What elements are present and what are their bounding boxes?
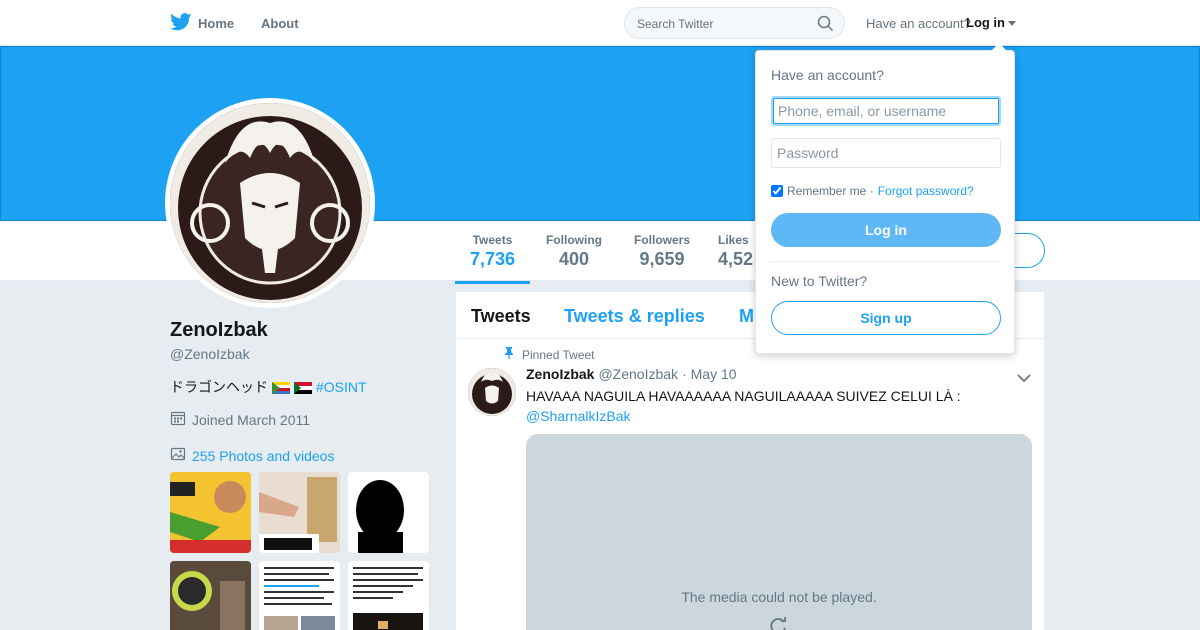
nav-about-link[interactable]: About [261, 16, 299, 31]
tab-tweets[interactable]: Tweets [471, 306, 531, 327]
photo-thumbnail[interactable] [170, 472, 251, 553]
dropdown-arrow [991, 43, 1007, 51]
chevron-down-icon[interactable] [1008, 21, 1016, 26]
profile-bio: ドラゴンヘッド #OSINT [170, 377, 367, 397]
photo-thumbnail[interactable] [259, 561, 340, 630]
flag-comoros-icon [272, 381, 290, 394]
tweet-avatar[interactable] [468, 368, 516, 416]
nav-home-link[interactable]: Home [170, 13, 234, 34]
tweet-text: HAVAAA NAGUILA HAVAAAAAA NAGUILAAAAA SUI… [526, 386, 1026, 426]
photo-thumbnail[interactable] [348, 561, 429, 630]
profile-avatar[interactable] [165, 98, 375, 308]
calendar-icon [170, 410, 186, 429]
tweet-author-handle[interactable]: @ZenoIzbak [598, 366, 678, 382]
stat-likes[interactable]: Likes 4,52 [718, 233, 758, 270]
pinned-tweet-indicator: Pinned Tweet [504, 347, 595, 362]
tweet-mention-link[interactable]: @SharnalkIzBak [526, 406, 1026, 426]
joined-text: Joined March 2011 [192, 411, 311, 428]
forgot-password-link[interactable]: Forgot password? [878, 184, 974, 198]
stat-value: 9,659 [639, 249, 685, 269]
media-error-message: The media could not be played. [681, 589, 877, 605]
profile-name[interactable]: ZenoIzbak [170, 319, 268, 342]
tweet-media-player[interactable]: The media could not be played. [526, 434, 1032, 630]
stat-following[interactable]: Following 400 [538, 233, 610, 270]
stat-value: 7,736 [469, 249, 516, 269]
tweet-date[interactable]: · May 10 [682, 366, 736, 382]
retry-icon[interactable] [767, 615, 789, 630]
pin-icon [504, 347, 514, 362]
pinned-label: Pinned Tweet [522, 347, 595, 362]
remember-me-label[interactable]: Remember me · [787, 184, 874, 198]
nav-home-label: Home [198, 16, 235, 31]
search-placeholder: Search Twitter [637, 17, 714, 31]
stat-label: Likes [718, 233, 749, 247]
stat-followers[interactable]: Followers 9,659 [626, 233, 698, 270]
tab-tweets-replies[interactable]: Tweets & replies [564, 306, 705, 327]
login-dropdown-title: Have an account? [771, 67, 884, 83]
username-field[interactable] [771, 96, 1001, 126]
login-dropdown: Have an account? Remember me · Forgot pa… [755, 43, 1015, 354]
top-nav: Home About Search Twitter Have an accoun… [0, 0, 1200, 46]
have-account-text: Have an account? [866, 16, 971, 31]
tweet-header: ZenoIzbak @ZenoIzbak · May 10 [526, 366, 737, 382]
password-field[interactable] [771, 138, 1001, 168]
search-input[interactable]: Search Twitter [624, 7, 845, 39]
login-button[interactable]: Log in [771, 213, 1001, 247]
photo-thumbnail[interactable] [348, 472, 429, 553]
divider [771, 261, 1001, 262]
bio-hashtag-link[interactable]: #OSINT [316, 379, 367, 395]
search-icon[interactable] [817, 15, 834, 37]
login-dropdown-toggle[interactable]: Log in [966, 15, 1005, 30]
stat-tweets[interactable]: Tweets 7,736 [455, 233, 530, 284]
stat-label: Tweets [472, 233, 513, 247]
stat-label: Followers [633, 233, 690, 247]
avatar-image [170, 103, 370, 303]
twitter-bird-icon [170, 13, 192, 34]
flag-sudan-icon [294, 381, 312, 394]
photo-thumbnail[interactable] [259, 472, 340, 553]
stat-value: 4,52 [718, 249, 754, 269]
image-icon [170, 446, 186, 465]
signup-button[interactable]: Sign up [771, 301, 1001, 335]
remember-me-checkbox[interactable] [771, 185, 783, 197]
photo-thumbnail[interactable] [170, 561, 251, 630]
tab-media[interactable]: M [739, 306, 754, 327]
stat-value: 400 [558, 249, 590, 269]
stat-label: Following [546, 233, 602, 247]
remember-me-row: Remember me · Forgot password? [771, 184, 974, 198]
tweet-body: HAVAAA NAGUILA HAVAAAAAA NAGUILAAAAA SUI… [526, 388, 961, 404]
tweet-author-name[interactable]: ZenoIzbak [526, 366, 594, 382]
joined-date: Joined March 2011 [170, 410, 310, 429]
new-to-twitter-text: New to Twitter? [771, 273, 868, 289]
photos-videos-link[interactable]: 255 Photos and videos [170, 446, 334, 465]
photos-videos-label: 255 Photos and videos [192, 447, 335, 464]
bio-text: ドラゴンヘッド [170, 379, 268, 395]
profile-handle[interactable]: @ZenoIzbak [170, 346, 250, 362]
